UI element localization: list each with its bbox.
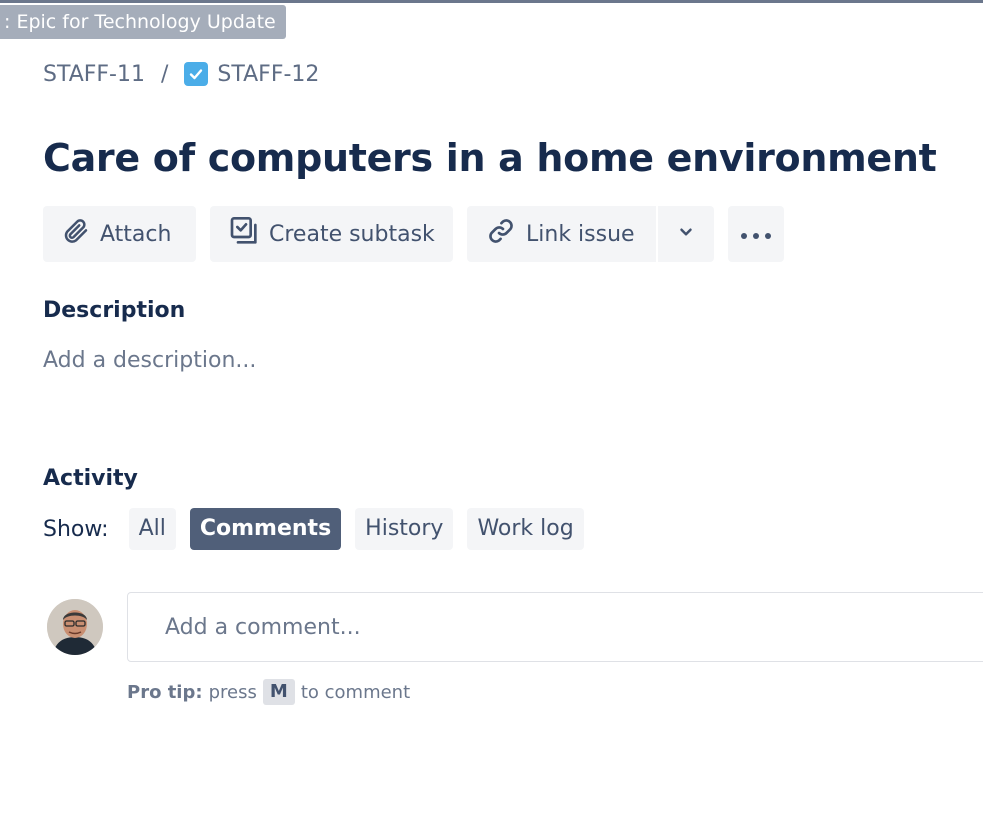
create-subtask-button[interactable]: Create subtask bbox=[210, 206, 453, 262]
link-issue-dropdown-button[interactable] bbox=[658, 206, 714, 262]
user-avatar bbox=[47, 599, 103, 655]
description-field[interactable]: Add a description... bbox=[43, 348, 256, 373]
attach-button[interactable]: Attach bbox=[43, 206, 196, 262]
show-label: Show: bbox=[43, 516, 109, 542]
issue-title[interactable]: Care of computers in a home environment bbox=[43, 136, 937, 180]
description-heading: Description bbox=[43, 298, 186, 323]
pro-tip-label: Pro tip: bbox=[127, 681, 203, 703]
pro-tip: Pro tip: press M to comment bbox=[127, 678, 410, 706]
link-icon bbox=[485, 215, 517, 253]
keyboard-shortcut-key: M bbox=[262, 679, 295, 705]
filter-comments[interactable]: Comments bbox=[189, 508, 342, 550]
link-issue-label: Link issue bbox=[526, 221, 635, 247]
chevron-down-icon bbox=[677, 222, 695, 247]
breadcrumb-separator: / bbox=[161, 61, 169, 87]
filter-work-log[interactable]: Work log bbox=[467, 508, 584, 550]
pro-tip-press-text: press bbox=[208, 681, 257, 703]
create-subtask-label: Create subtask bbox=[269, 221, 435, 247]
activity-filter-bar: Show: All Comments History Work log bbox=[43, 508, 598, 550]
pro-tip-suffix-text: to comment bbox=[300, 681, 411, 703]
breadcrumb-parent-link[interactable]: STAFF-11 bbox=[43, 62, 145, 87]
paperclip-icon bbox=[61, 216, 91, 252]
subtask-icon bbox=[228, 215, 260, 253]
add-comment-input[interactable]: Add a comment... bbox=[127, 592, 983, 662]
more-actions-button[interactable] bbox=[728, 206, 784, 262]
more-horizontal-icon bbox=[738, 222, 774, 247]
filter-history[interactable]: History bbox=[355, 508, 454, 550]
link-issue-button[interactable]: Link issue bbox=[467, 206, 656, 262]
epic-link-tag[interactable]: : Epic for Technology Update bbox=[0, 5, 286, 39]
breadcrumb: STAFF-11 / STAFF-12 bbox=[43, 58, 319, 90]
attach-label: Attach bbox=[100, 221, 172, 247]
task-type-icon bbox=[184, 62, 209, 86]
filter-all[interactable]: All bbox=[128, 508, 176, 550]
breadcrumb-current-link[interactable]: STAFF-12 bbox=[217, 62, 319, 87]
activity-heading: Activity bbox=[43, 466, 138, 491]
top-border bbox=[0, 0, 983, 3]
comment-placeholder: Add a comment... bbox=[165, 614, 361, 640]
